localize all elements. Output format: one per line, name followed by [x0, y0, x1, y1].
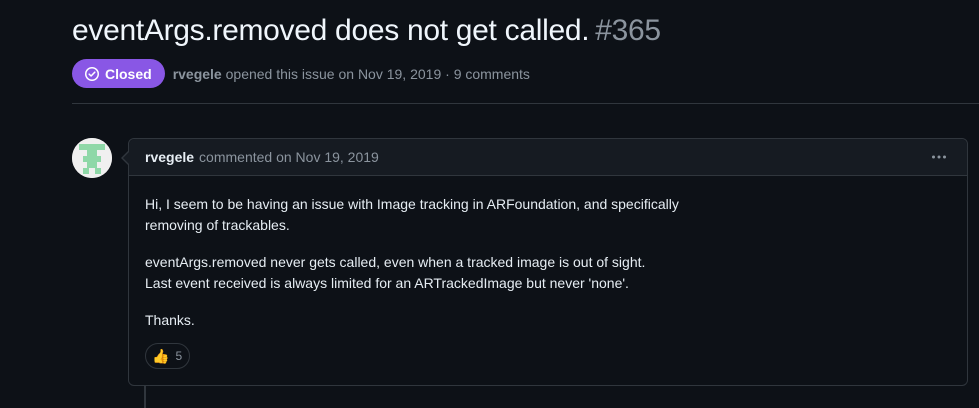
issue-meta: Closed rvegele opened this issue on Nov …: [72, 59, 530, 88]
comments-count: 9 comments: [453, 65, 530, 82]
comment-paragraph: eventArgs.removed never gets called, eve…: [145, 254, 646, 291]
state-badge: Closed: [72, 59, 165, 88]
comment-paragraph: Thanks.: [145, 312, 195, 328]
identicon-avatar: [72, 138, 112, 178]
thumbs-up-icon: 👍: [152, 348, 170, 364]
meta-text: rvegele opened this issue on Nov 19, 201…: [173, 66, 530, 82]
state-label: Closed: [105, 65, 152, 82]
opened-text: opened this issue on Nov 19, 2019: [225, 65, 442, 82]
commented-text: commented on Nov 19, 2019: [199, 149, 379, 165]
issue-page: eventArgs.removed does not get called. #3…: [0, 0, 979, 408]
timeline-line: [144, 386, 146, 408]
issue-title-text: eventArgs.removed does not get called.: [72, 14, 590, 47]
comment-paragraph: Hi, I seem to be having an issue with Im…: [145, 196, 679, 233]
header-divider: [72, 103, 979, 104]
issue-number: #365: [595, 14, 661, 47]
comment-author-link[interactable]: rvegele: [145, 149, 194, 165]
kebab-horizontal-icon: [932, 155, 946, 159]
closed-check-icon: [85, 66, 99, 81]
thumbs-up-reaction-button[interactable]: 👍 5: [145, 343, 191, 369]
avatar[interactable]: [72, 138, 112, 178]
comment-menu-button[interactable]: [927, 145, 951, 169]
reaction-count: 5: [175, 349, 183, 363]
issue-author-link[interactable]: rvegele: [173, 66, 222, 82]
comment-body: Hi, I seem to be having an issue with Im…: [129, 176, 967, 331]
meta-separator: ·: [445, 65, 450, 82]
comment-header: rvegele commented on Nov 19, 2019: [129, 139, 967, 176]
comment-box: rvegele commented on Nov 19, 2019 Hi, I …: [121, 138, 968, 386]
issue-title: eventArgs.removed does not get called. #3…: [72, 12, 661, 50]
